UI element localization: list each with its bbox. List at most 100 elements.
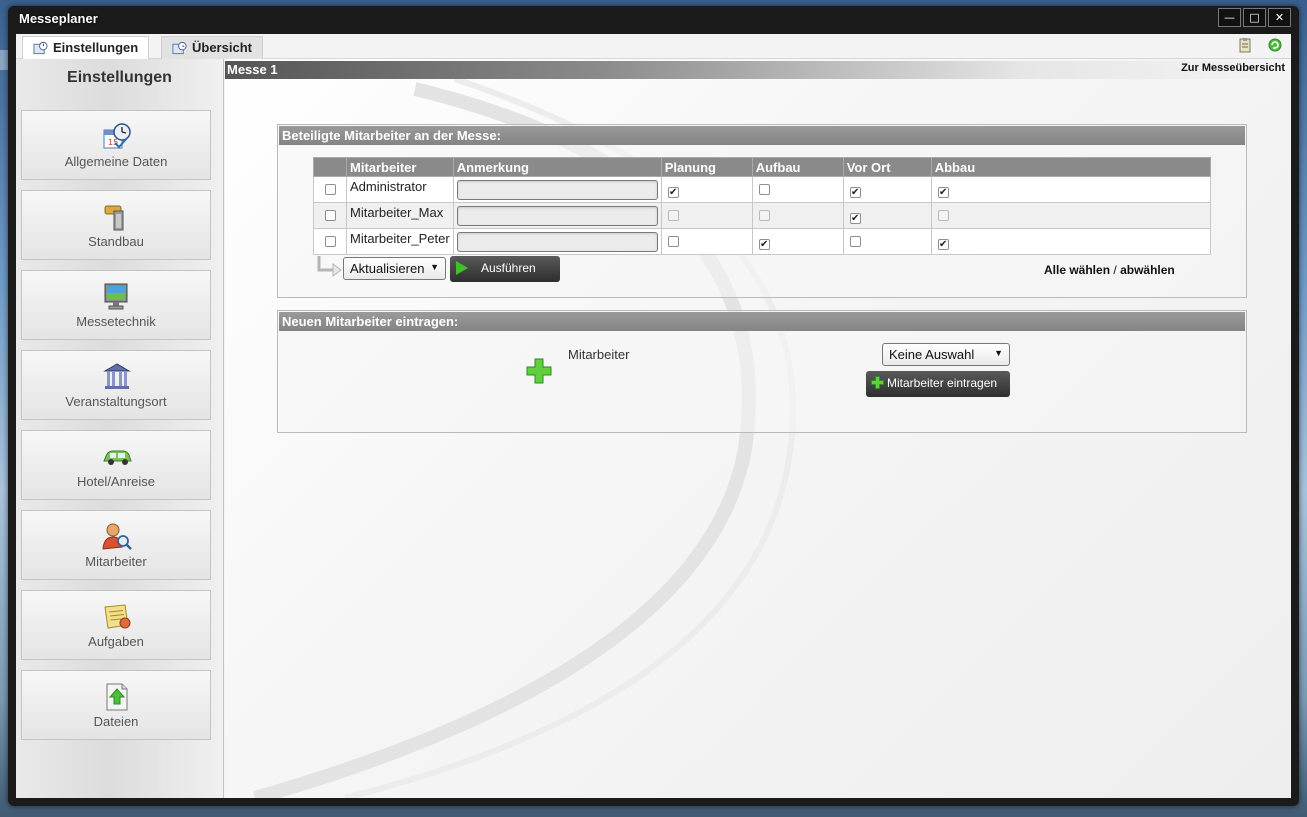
aufbau-checkbox[interactable] (758, 184, 770, 195)
employee-select-value: Keine Auswahl (889, 347, 975, 362)
sidebar-item-label: Standbau (88, 234, 144, 249)
column-header-aufbau[interactable]: Aufbau (751, 157, 844, 177)
client-area: Einstellungen Übersicht Einstellungen 15… (16, 34, 1291, 798)
sidebar-item-dateien[interactable]: Dateien (21, 670, 211, 740)
participants-panel: Beteiligte Mitarbeiter an der Messe: Mit… (277, 124, 1247, 298)
bulk-action-select[interactable]: Aktualisieren ▼ (343, 257, 446, 280)
abbau-checkbox[interactable] (937, 210, 949, 221)
play-icon (456, 261, 468, 275)
sidebar-item-label: Aufgaben (88, 634, 144, 649)
sidebar-item-veranstaltungsort[interactable]: Veranstaltungsort (21, 350, 211, 420)
user-search-icon (102, 523, 132, 550)
sidebar-item-mitarbeiter[interactable]: Mitarbeiter (21, 510, 211, 580)
minimize-button[interactable]: — (1218, 8, 1241, 27)
vor-ort-checkbox[interactable] (849, 236, 861, 247)
sidebar-item-allgemeine-daten[interactable]: 15 Allgemeine Daten (21, 110, 211, 180)
clipboard-icon[interactable] (1237, 37, 1253, 53)
planung-checkbox[interactable] (667, 210, 679, 221)
note-input[interactable] (456, 231, 658, 252)
messe-title: Messe 1 (227, 62, 278, 77)
abbau-checkbox[interactable]: ✔ (937, 187, 949, 198)
tasks-icon (104, 604, 131, 629)
app-window: Messeplaner — □ ✕ Einstellungen Übersich… (8, 6, 1299, 806)
sidebar: Einstellungen 15 Allgemeine Daten Standb… (16, 59, 224, 798)
vor-ort-checkbox[interactable]: ✔ (849, 213, 861, 224)
select-all-links: Alle wählen / abwählen (1044, 263, 1175, 277)
employee-name: Mitarbeiter_Peter (346, 228, 454, 255)
close-button[interactable]: ✕ (1268, 8, 1291, 27)
bulk-arrow-icon (317, 256, 342, 277)
panel-title: Neuen Mitarbeiter eintragen: (279, 312, 1245, 331)
aufbau-checkbox[interactable] (758, 210, 770, 221)
table-header-row: Mitarbeiter Anmerkung Planung Aufbau Vor… (313, 157, 1212, 177)
monitor-icon (104, 283, 128, 310)
table-row: Administrator ✔ ✔ ✔ (313, 176, 1212, 203)
column-header-anmerkung[interactable]: Anmerkung (452, 157, 662, 177)
chevron-down-icon: ▼ (994, 348, 1003, 358)
plus-icon (871, 376, 884, 389)
table-row: Mitarbeiter_Max ✔ (313, 202, 1212, 229)
settings-tab-icon (33, 41, 48, 55)
new-employee-panel: Neuen Mitarbeiter eintragen: Mitarbeiter… (277, 310, 1247, 433)
execute-button[interactable]: Ausführen (450, 256, 560, 282)
row-select-checkbox[interactable] (324, 184, 336, 195)
sidebar-item-standbau[interactable]: Standbau (21, 190, 211, 260)
messe-header: Messe 1 (225, 61, 1291, 79)
deselect-all-link[interactable]: abwählen (1120, 263, 1175, 277)
execute-label: Ausführen (481, 261, 536, 275)
sidebar-item-label: Veranstaltungsort (65, 394, 167, 409)
add-employee-button[interactable]: Mitarbeiter eintragen (866, 371, 1010, 397)
column-header-select (313, 157, 347, 177)
window-controls: — □ ✕ (1218, 8, 1291, 27)
note-input[interactable] (456, 205, 658, 226)
overview-link[interactable]: Zur Messeübersicht (1181, 62, 1285, 74)
planung-checkbox[interactable]: ✔ (667, 187, 679, 198)
column-header-abbau[interactable]: Abbau (930, 157, 1212, 177)
employee-name: Administrator (346, 176, 454, 203)
table-row: Mitarbeiter_Peter ✔ ✔ (313, 228, 1212, 255)
file-upload-icon (106, 683, 128, 711)
tab-label: Übersicht (192, 40, 252, 55)
refresh-icon[interactable] (1267, 37, 1283, 53)
column-header-vor-ort[interactable]: Vor Ort (842, 157, 932, 177)
car-icon (103, 450, 132, 465)
planung-checkbox[interactable] (667, 236, 679, 247)
top-right-toolbar (1237, 37, 1283, 53)
panel-title: Beteiligte Mitarbeiter an der Messe: (279, 126, 1245, 145)
plus-icon (526, 358, 552, 384)
tab-einstellungen[interactable]: Einstellungen (22, 36, 150, 60)
column-header-planung[interactable]: Planung (660, 157, 753, 177)
link-separator: / (1113, 263, 1117, 277)
column-header-mitarbeiter[interactable]: Mitarbeiter (346, 157, 454, 177)
sidebar-item-hotel-anreise[interactable]: Hotel/Anreise (21, 430, 211, 500)
row-select-checkbox[interactable] (324, 236, 336, 247)
participants-table: Mitarbeiter Anmerkung Planung Aufbau Vor… (313, 157, 1212, 255)
select-all-link[interactable]: Alle wählen (1044, 263, 1110, 277)
sidebar-item-label: Messetechnik (76, 314, 156, 329)
main-content: Messe 1 Zur Messeübersicht Beteiligte Mi… (225, 59, 1291, 798)
vor-ort-checkbox[interactable]: ✔ (849, 187, 861, 198)
tab-label: Einstellungen (53, 40, 139, 55)
sidebar-item-aufgaben[interactable]: Aufgaben (21, 590, 211, 660)
aufbau-checkbox[interactable]: ✔ (758, 239, 770, 250)
employee-field-label: Mitarbeiter (568, 347, 630, 362)
sidebar-item-label: Hotel/Anreise (76, 474, 156, 489)
abbau-checkbox[interactable]: ✔ (937, 239, 949, 250)
hammer-icon (104, 205, 124, 231)
building-icon (103, 363, 131, 389)
calendar-clock-icon: 15 (103, 123, 131, 149)
chevron-down-icon: ▼ (430, 262, 439, 272)
maximize-button[interactable]: □ (1243, 8, 1266, 27)
tab-bar: Einstellungen Übersicht (16, 34, 1291, 60)
tab-uebersicht[interactable]: Übersicht (161, 36, 263, 59)
sidebar-item-messetechnik[interactable]: Messetechnik (21, 270, 211, 340)
sidebar-item-label: Mitarbeiter (85, 554, 147, 569)
note-input[interactable] (456, 179, 658, 200)
sidebar-item-label: Allgemeine Daten (64, 154, 168, 169)
row-select-checkbox[interactable] (324, 210, 336, 221)
window-title: Messeplaner (19, 11, 98, 26)
overview-tab-icon (172, 41, 187, 55)
add-employee-label: Mitarbeiter eintragen (887, 376, 998, 390)
employee-select[interactable]: Keine Auswahl ▼ (882, 343, 1010, 366)
bulk-action-value: Aktualisieren (350, 261, 425, 276)
